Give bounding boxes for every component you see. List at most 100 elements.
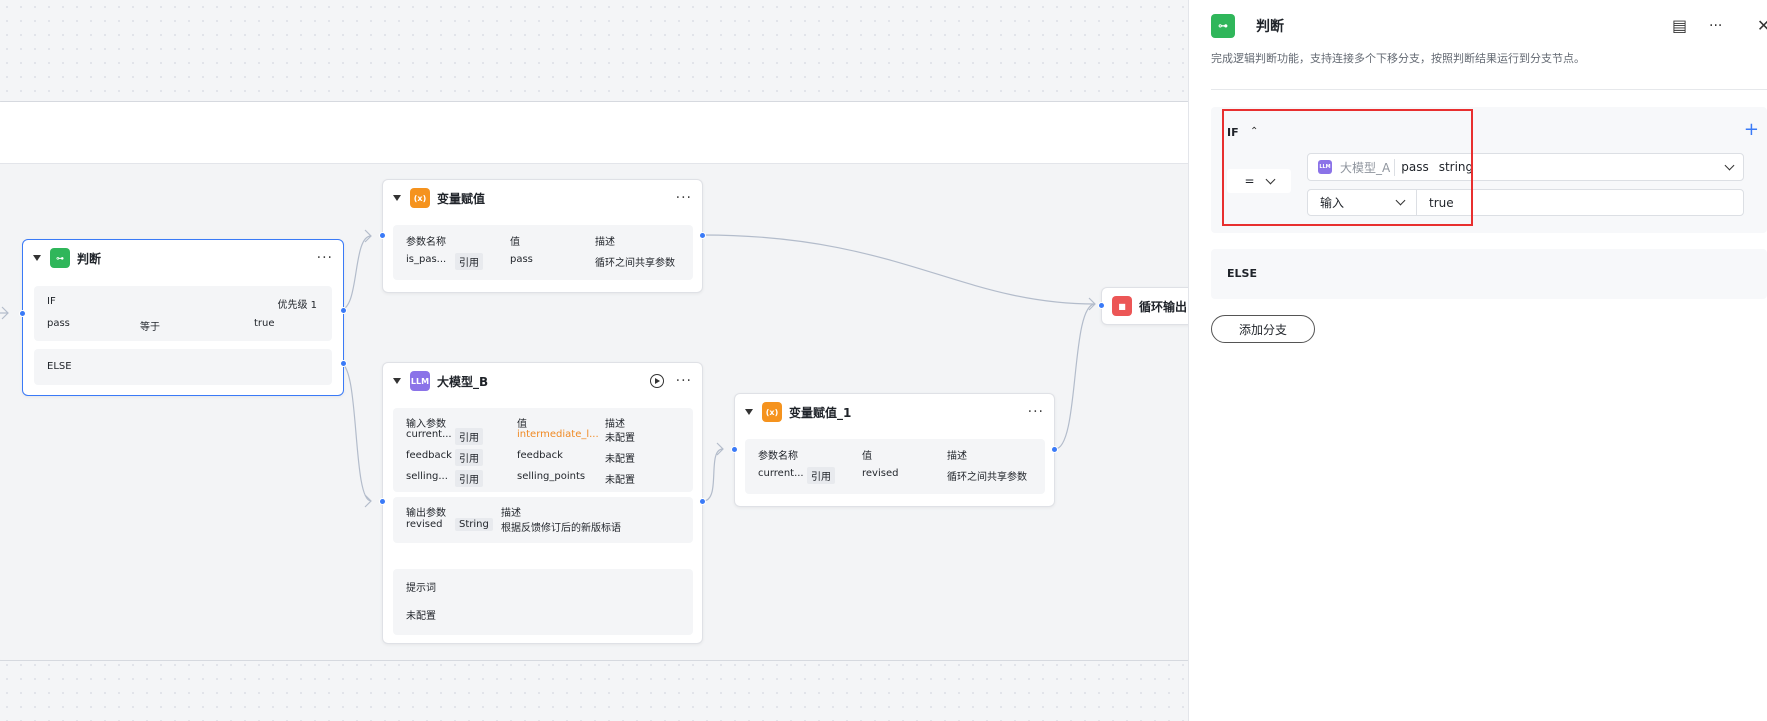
loop-output-node[interactable]: ■ 循环输出 <box>1098 287 1188 325</box>
divider <box>1211 89 1767 90</box>
if-label: IF <box>47 296 56 307</box>
condition-operator: 等于 <box>140 322 160 333</box>
collapse-caret-icon[interactable] <box>393 195 401 201</box>
output-port[interactable] <box>699 498 706 505</box>
param-value: revised <box>862 468 899 479</box>
input-port[interactable] <box>1098 302 1105 309</box>
node-title: 大模型_B <box>437 374 489 389</box>
node-title: 循环输出 <box>1139 299 1188 314</box>
input-name: current... <box>406 429 452 440</box>
condition-icon: ⊶ <box>50 248 70 268</box>
output-name: revised <box>406 519 443 530</box>
output-section: 输出参数 描述 revised String 根据反馈修订后的新版标语 <box>393 497 693 543</box>
header-value: 值 <box>862 451 872 462</box>
output-header: 输出参数 <box>406 508 446 519</box>
panel-title: 判断 <box>1256 19 1284 35</box>
condition-value: true <box>254 318 275 329</box>
add-branch-label: 添加分支 <box>1238 322 1287 337</box>
workflow-canvas[interactable]: ⊶ 判断 ··· IF 优先级 1 pass 等于 true ELSE (x) … <box>0 0 1188 721</box>
judge-node[interactable]: ⊶ 判断 ··· IF 优先级 1 pass 等于 true ELSE <box>19 239 347 396</box>
param-name: is_pas... <box>406 254 447 265</box>
params-section: 参数名称 值 描述 is_pas... 引用 pass 循环之间共享参数 <box>393 225 693 280</box>
input-value: selling_points <box>517 471 586 482</box>
variable-icon: (x) <box>410 188 430 208</box>
input-desc: 未配置 <box>605 454 635 465</box>
else-label: ELSE <box>47 361 72 372</box>
param-desc: 循环之间共享参数 <box>947 472 1027 483</box>
more-options-icon[interactable]: ··· <box>1028 405 1044 419</box>
panel-header: ⊶ 判断 <box>1211 14 1284 38</box>
condition-variable: pass <box>47 318 70 329</box>
node-title: 判断 <box>77 251 102 266</box>
param-name: current... <box>758 468 804 479</box>
ref-tag: 引用 <box>455 470 483 487</box>
variable-icon: (x) <box>762 402 782 422</box>
run-icon[interactable] <box>649 374 664 388</box>
output-port[interactable] <box>1051 446 1058 453</box>
header-desc: 描述 <box>595 237 615 248</box>
more-options-icon[interactable]: ··· <box>317 251 333 265</box>
output-port[interactable] <box>699 232 706 239</box>
collapse-caret-icon[interactable] <box>393 378 401 384</box>
assign-node[interactable]: (x) 变量赋值 ··· 参数名称 值 描述 is_pas... 引用 pass… <box>379 179 706 293</box>
input-name: selling... <box>406 471 448 482</box>
more-options-icon[interactable]: ··· <box>676 191 692 205</box>
input-port[interactable] <box>19 310 26 317</box>
input-value: intermediate_l... <box>517 429 599 440</box>
input-desc: 未配置 <box>605 475 635 486</box>
more-options-icon[interactable]: ··· <box>676 374 692 388</box>
input-section: 输入参数 值 描述 current... 引用 intermediate_l..… <box>393 408 693 492</box>
input-port[interactable] <box>731 446 738 453</box>
collapse-caret-icon[interactable] <box>33 255 41 261</box>
panel-description: 完成逻辑判断功能，支持连接多个下移分支，按照判断结果运行到分支节点。 <box>1211 52 1585 65</box>
input-value: feedback <box>517 450 563 461</box>
add-branch-button[interactable]: 添加分支 <box>1211 315 1315 343</box>
header-name: 参数名称 <box>406 237 446 248</box>
prompt-section: 提示词 未配置 <box>393 569 693 635</box>
value-header: 值 <box>517 419 527 430</box>
header-value: 值 <box>510 237 520 248</box>
chevron-down-icon <box>1724 160 1735 170</box>
stop-icon: ■ <box>1112 296 1132 316</box>
prompt-value: 未配置 <box>406 611 436 622</box>
else-label: ELSE <box>1227 267 1257 280</box>
desc-header: 描述 <box>605 419 625 430</box>
input-header: 输入参数 <box>406 419 446 430</box>
header-desc: 描述 <box>947 451 967 462</box>
input-port[interactable] <box>379 232 386 239</box>
else-output-port[interactable] <box>340 360 347 367</box>
output-type-tag: String <box>455 518 493 531</box>
llm-node[interactable]: LLM 大模型_B ··· 输入参数 值 描述 current... 引用 in… <box>379 362 706 644</box>
node-title: 变量赋值 <box>437 191 486 206</box>
condition-icon: ⊶ <box>1211 14 1235 38</box>
output-desc-header: 描述 <box>501 508 521 519</box>
input-port[interactable] <box>379 498 386 505</box>
loop-body-header <box>0 102 1188 164</box>
highlight-box <box>1222 109 1473 226</box>
llm-icon: LLM <box>410 371 430 391</box>
ref-tag: 引用 <box>455 449 483 466</box>
if-section: IF 优先级 1 pass 等于 true <box>34 286 332 341</box>
else-branch-block: ELSE <box>1211 249 1767 299</box>
node-title: 变量赋值_1 <box>789 405 852 420</box>
params-section: 参数名称 值 描述 current... 引用 revised 循环之间共享参数 <box>745 439 1045 494</box>
input-name: feedback <box>406 450 452 461</box>
param-value: pass <box>510 254 533 265</box>
collapse-caret-icon[interactable] <box>745 409 753 415</box>
ref-tag: 引用 <box>455 253 483 270</box>
property-panel: ⊶ 判断 ▤ ··· ✕ 完成逻辑判断功能，支持连接多个下移分支，按照判断结果运… <box>1188 0 1767 721</box>
output-desc: 根据反馈修订后的新版标语 <box>501 523 621 534</box>
ref-tag: 引用 <box>807 467 835 484</box>
priority-label: 优先级 1 <box>277 300 317 311</box>
prompt-label: 提示词 <box>406 583 436 594</box>
more-options-icon[interactable]: ··· <box>1709 18 1722 34</box>
else-section: ELSE <box>34 349 332 385</box>
close-icon[interactable]: ✕ <box>1757 16 1767 35</box>
header-name: 参数名称 <box>758 451 798 462</box>
notes-icon[interactable]: ▤ <box>1672 16 1687 35</box>
input-desc: 未配置 <box>605 433 635 444</box>
add-condition-button[interactable]: + <box>1744 119 1759 140</box>
if-output-port[interactable] <box>340 307 347 314</box>
param-desc: 循环之间共享参数 <box>595 258 675 269</box>
assign1-node[interactable]: (x) 变量赋值_1 ··· 参数名称 值 描述 current... 引用 r… <box>731 393 1058 507</box>
